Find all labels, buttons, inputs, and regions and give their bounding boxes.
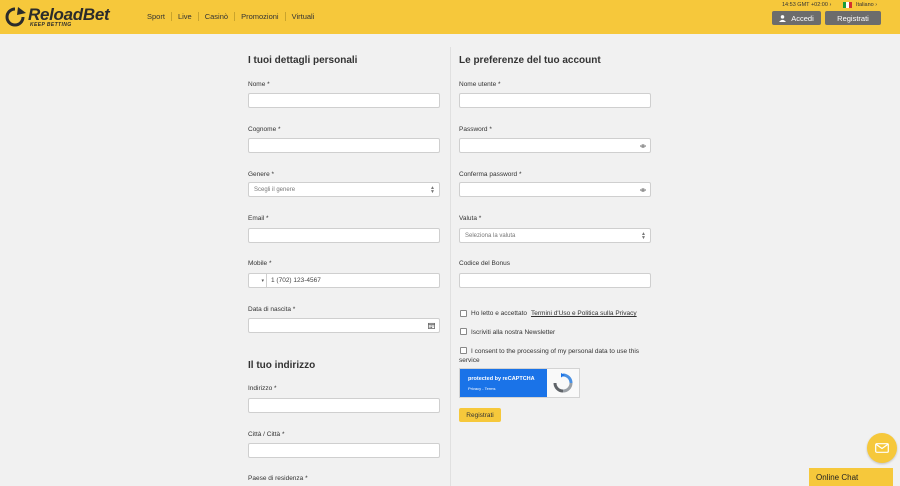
terms-checkbox[interactable] <box>460 310 467 317</box>
calendar-icon[interactable] <box>428 322 435 329</box>
language-label: Italiano › <box>856 2 878 8</box>
confirm-password-label: Conferma password * <box>459 171 522 178</box>
currency-select[interactable]: Seleziona la valuta ▲ ▼ <box>459 228 651 243</box>
genere-label: Genere * <box>248 171 275 178</box>
main-nav: Sport Live Casinò Promozioni Virtuali <box>141 12 320 21</box>
dob-label: Data di nascita * <box>248 306 296 313</box>
nome-label: Nome * <box>248 81 270 88</box>
login-button[interactable]: Accedi <box>772 11 821 25</box>
paese-label: Paese di residenza * <box>248 475 308 482</box>
password-label: Password * <box>459 126 492 133</box>
bonus-code-input[interactable] <box>459 273 651 288</box>
mobile-input[interactable]: 1 (702) 123-4567 <box>267 273 440 288</box>
nav-live[interactable]: Live <box>172 12 199 21</box>
chevron-down-icon: ▾ <box>261 277 264 284</box>
clock-timezone[interactable]: 14:53 GMT +02:00 › <box>782 2 831 8</box>
confirm-password-input[interactable] <box>459 182 651 197</box>
consent-text-cont: service <box>459 357 480 364</box>
logo-tagline: KEEP BETTING <box>30 22 72 28</box>
user-icon <box>779 14 787 22</box>
genere-select[interactable]: Scegli il genere ▲ ▼ <box>248 182 440 197</box>
select-arrows-icon: ▲ ▼ <box>641 231 646 241</box>
recaptcha-links[interactable]: Privacy - Terms <box>468 386 495 391</box>
currency-value: Seleziona la valuta <box>465 232 516 239</box>
cognome-input[interactable] <box>248 138 440 153</box>
register-submit-button[interactable]: Registrati <box>459 408 501 422</box>
language-selector[interactable]: Italiano › <box>843 2 877 8</box>
eye-icon[interactable] <box>640 187 646 193</box>
genere-value: Scegli il genere <box>254 186 296 193</box>
recaptcha-badge[interactable]: protected by reCAPTCHA Privacy - Terms <box>459 368 580 398</box>
consent-text: I consent to the processing of my person… <box>471 348 640 355</box>
personal-details-title: I tuoi dettagli personali <box>248 55 358 66</box>
mobile-placeholder: 1 (702) 123-4567 <box>271 277 321 284</box>
reload-logo-icon <box>5 7 26 27</box>
newsletter-checkbox[interactable] <box>460 328 467 335</box>
online-chat-bar[interactable]: Online Chat <box>809 468 893 486</box>
recaptcha-icon <box>553 373 573 393</box>
indirizzo-input[interactable] <box>248 398 440 413</box>
logo[interactable]: ReloadBet KEEP BETTING <box>4 5 114 29</box>
newsletter-text: Iscriviti alla nostra Newsletter <box>471 329 556 336</box>
register-button-top[interactable]: Registrati <box>825 11 881 25</box>
top-header: ReloadBet KEEP BETTING Sport Live Casinò… <box>0 0 900 34</box>
column-divider <box>450 47 451 486</box>
currency-label: Valuta * <box>459 215 482 222</box>
terms-prefix: Ho letto e accettato <box>471 310 528 317</box>
citta-input[interactable] <box>248 443 440 458</box>
email-input[interactable] <box>248 228 440 243</box>
nome-input[interactable] <box>248 93 440 108</box>
account-prefs-title: Le preferenze del tuo account <box>459 55 601 66</box>
eye-icon[interactable] <box>640 143 646 149</box>
nav-virtuali[interactable]: Virtuali <box>286 12 321 21</box>
nav-promozioni[interactable]: Promozioni <box>235 12 286 21</box>
password-input[interactable] <box>459 138 651 153</box>
nav-sport[interactable]: Sport <box>141 12 172 21</box>
recaptcha-panel: protected by reCAPTCHA Privacy - Terms <box>460 369 547 397</box>
italy-flag-icon <box>843 2 852 8</box>
nav-casino[interactable]: Casinò <box>199 12 236 21</box>
recaptcha-title: protected by reCAPTCHA <box>468 376 535 382</box>
select-arrows-icon: ▲ ▼ <box>430 185 435 195</box>
envelope-icon <box>875 443 889 453</box>
dob-input[interactable] <box>248 318 440 333</box>
bonus-code-label: Codice del Bonus <box>459 260 510 267</box>
mobile-label: Mobile * <box>248 260 272 267</box>
terms-text: Ho letto e accettato Termini d'Uso e Poli… <box>471 310 637 317</box>
citta-label: Città / Città * <box>248 431 285 438</box>
chat-bubble-button[interactable] <box>867 433 897 463</box>
address-title: Il tuo indirizzo <box>248 360 316 371</box>
username-input[interactable] <box>459 93 651 108</box>
login-label: Accedi <box>791 13 814 23</box>
terms-link[interactable]: Termini d'Uso e Politica sulla Privacy <box>531 310 637 317</box>
cognome-label: Cognome * <box>248 126 281 133</box>
username-label: Nome utente * <box>459 81 501 88</box>
country-code-select[interactable]: ▾ <box>248 273 267 288</box>
indirizzo-label: Indirizzo * <box>248 385 277 392</box>
consent-checkbox[interactable] <box>460 347 467 354</box>
email-label: Email * <box>248 215 269 222</box>
